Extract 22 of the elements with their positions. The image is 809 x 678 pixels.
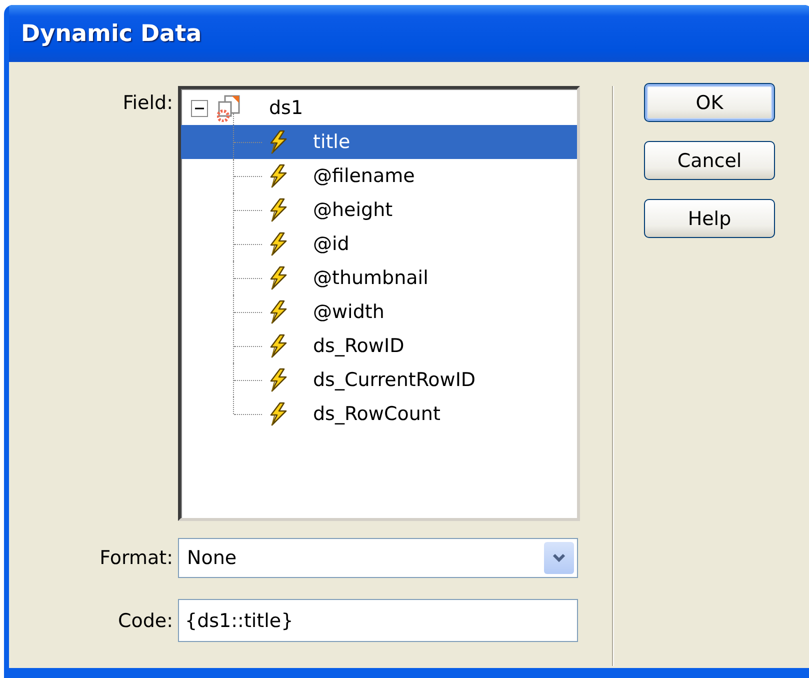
format-dropdown[interactable]: None bbox=[178, 538, 578, 578]
tree-item[interactable]: @width bbox=[313, 301, 384, 323]
window-title: Dynamic Data bbox=[21, 20, 202, 46]
tree-item[interactable]: ds_RowCount bbox=[313, 403, 440, 425]
tree-item[interactable]: ds1 bbox=[269, 97, 304, 119]
collapse-icon[interactable] bbox=[191, 100, 208, 116]
code-field[interactable]: {ds1::title} bbox=[178, 599, 578, 642]
tree-item[interactable]: @id bbox=[313, 233, 350, 255]
dropdown-arrow-button[interactable] bbox=[544, 542, 574, 574]
chevron-down-icon bbox=[552, 553, 566, 563]
cancel-button[interactable]: Cancel bbox=[644, 141, 775, 180]
tree-item[interactable]: title bbox=[313, 131, 350, 153]
tree-item[interactable]: @height bbox=[313, 199, 393, 221]
help-button[interactable]: Help bbox=[644, 199, 775, 238]
tree-item[interactable]: @thumbnail bbox=[313, 267, 428, 289]
code-label: Code: bbox=[116, 610, 174, 632]
field-label: Field: bbox=[122, 91, 174, 116]
tree-item[interactable]: ds_RowID bbox=[313, 335, 404, 357]
tree-item[interactable]: @filename bbox=[313, 165, 415, 187]
tree-item[interactable]: ds_CurrentRowID bbox=[313, 369, 476, 391]
ok-button[interactable]: OK bbox=[644, 83, 775, 122]
format-label: Format: bbox=[98, 547, 174, 569]
